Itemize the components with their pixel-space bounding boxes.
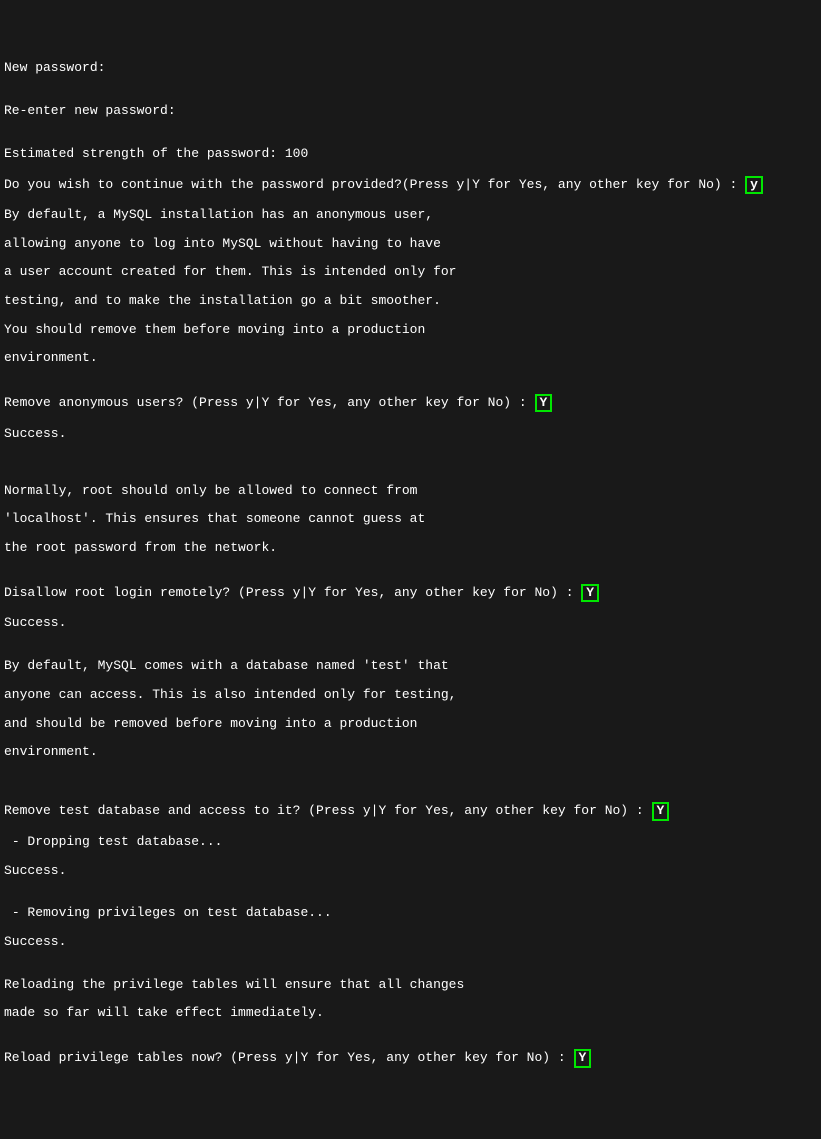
terminal-output-line: By default, MySQL comes with a database … xyxy=(4,659,817,673)
terminal-output-line: Normally, root should only be allowed to… xyxy=(4,484,817,498)
terminal-output-line: By default, a MySQL installation has an … xyxy=(4,208,817,222)
terminal-output-line: Re-enter new password: xyxy=(4,104,817,118)
terminal-output-line: Reloading the privilege tables will ensu… xyxy=(4,978,817,992)
terminal-output-line: anyone can access. This is also intended… xyxy=(4,688,817,702)
user-input-highlight: y xyxy=(745,176,763,194)
terminal-output-line: Estimated strength of the password: 100 xyxy=(4,147,817,161)
user-input-highlight: Y xyxy=(535,394,553,412)
user-input-highlight: Y xyxy=(652,802,670,820)
terminal-output-line: 'localhost'. This ensures that someone c… xyxy=(4,512,817,526)
prompt-text: Do you wish to continue with the passwor… xyxy=(4,177,745,192)
terminal-output-line: Success. xyxy=(4,616,817,630)
prompt-text: Disallow root login remotely? (Press y|Y… xyxy=(4,585,581,600)
terminal-prompt-line[interactable]: Reload privilege tables now? (Press y|Y … xyxy=(4,1049,817,1067)
terminal-output-line: environment. xyxy=(4,351,817,365)
terminal-output-line: allowing anyone to log into MySQL withou… xyxy=(4,237,817,251)
terminal-output-line: testing, and to make the installation go… xyxy=(4,294,817,308)
prompt-text: Remove test database and access to it? (… xyxy=(4,803,652,818)
terminal-output-line: - Removing privileges on test database..… xyxy=(4,906,817,920)
terminal-output-line: the root password from the network. xyxy=(4,541,817,555)
prompt-text: Remove anonymous users? (Press y|Y for Y… xyxy=(4,395,535,410)
terminal-output-line: and should be removed before moving into… xyxy=(4,717,817,731)
terminal-output-line: Success. xyxy=(4,935,817,949)
terminal-output-line: Success. xyxy=(4,427,817,441)
terminal-output-line: Success. xyxy=(4,864,817,878)
terminal-prompt-line[interactable]: Remove anonymous users? (Press y|Y for Y… xyxy=(4,394,817,412)
terminal-output-line: environment. xyxy=(4,745,817,759)
terminal-output-line: a user account created for them. This is… xyxy=(4,265,817,279)
prompt-text: Reload privilege tables now? (Press y|Y … xyxy=(4,1050,574,1065)
terminal-prompt-line[interactable]: Disallow root login remotely? (Press y|Y… xyxy=(4,584,817,602)
terminal-output-line: New password: xyxy=(4,61,817,75)
user-input-highlight: Y xyxy=(574,1049,592,1067)
terminal-prompt-line[interactable]: Remove test database and access to it? (… xyxy=(4,802,817,820)
terminal-output-line: You should remove them before moving int… xyxy=(4,323,817,337)
terminal-prompt-line[interactable]: Do you wish to continue with the passwor… xyxy=(4,176,817,194)
terminal-output-line: made so far will take effect immediately… xyxy=(4,1006,817,1020)
terminal-output-line: - Dropping test database... xyxy=(4,835,817,849)
user-input-highlight: Y xyxy=(581,584,599,602)
